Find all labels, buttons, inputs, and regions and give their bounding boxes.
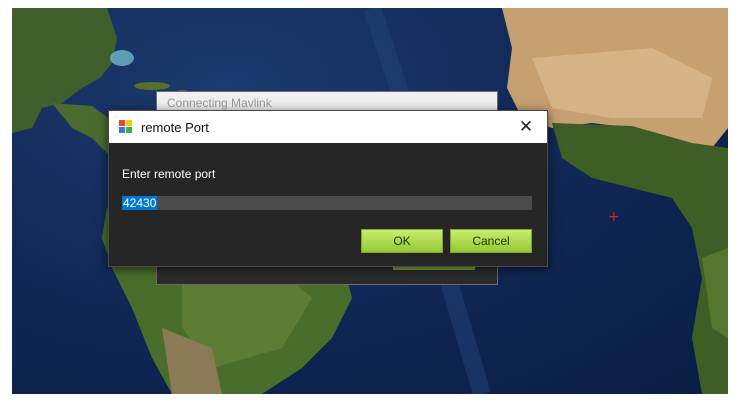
app-icon: [119, 120, 133, 134]
dialog-titlebar[interactable]: remote Port ✕: [109, 111, 547, 143]
prompt-label: Enter remote port: [122, 167, 216, 181]
crosshair-icon: +: [608, 209, 620, 225]
remote-port-input[interactable]: 42430: [122, 196, 532, 210]
close-icon[interactable]: ✕: [515, 116, 537, 138]
remote-port-dialog: remote Port ✕ Enter remote port 42430 OK…: [108, 110, 548, 267]
dialog-title: remote Port: [141, 119, 209, 135]
cancel-button[interactable]: Cancel: [450, 229, 532, 253]
remote-port-value: 42430: [122, 196, 158, 210]
ok-button[interactable]: OK: [361, 229, 443, 253]
